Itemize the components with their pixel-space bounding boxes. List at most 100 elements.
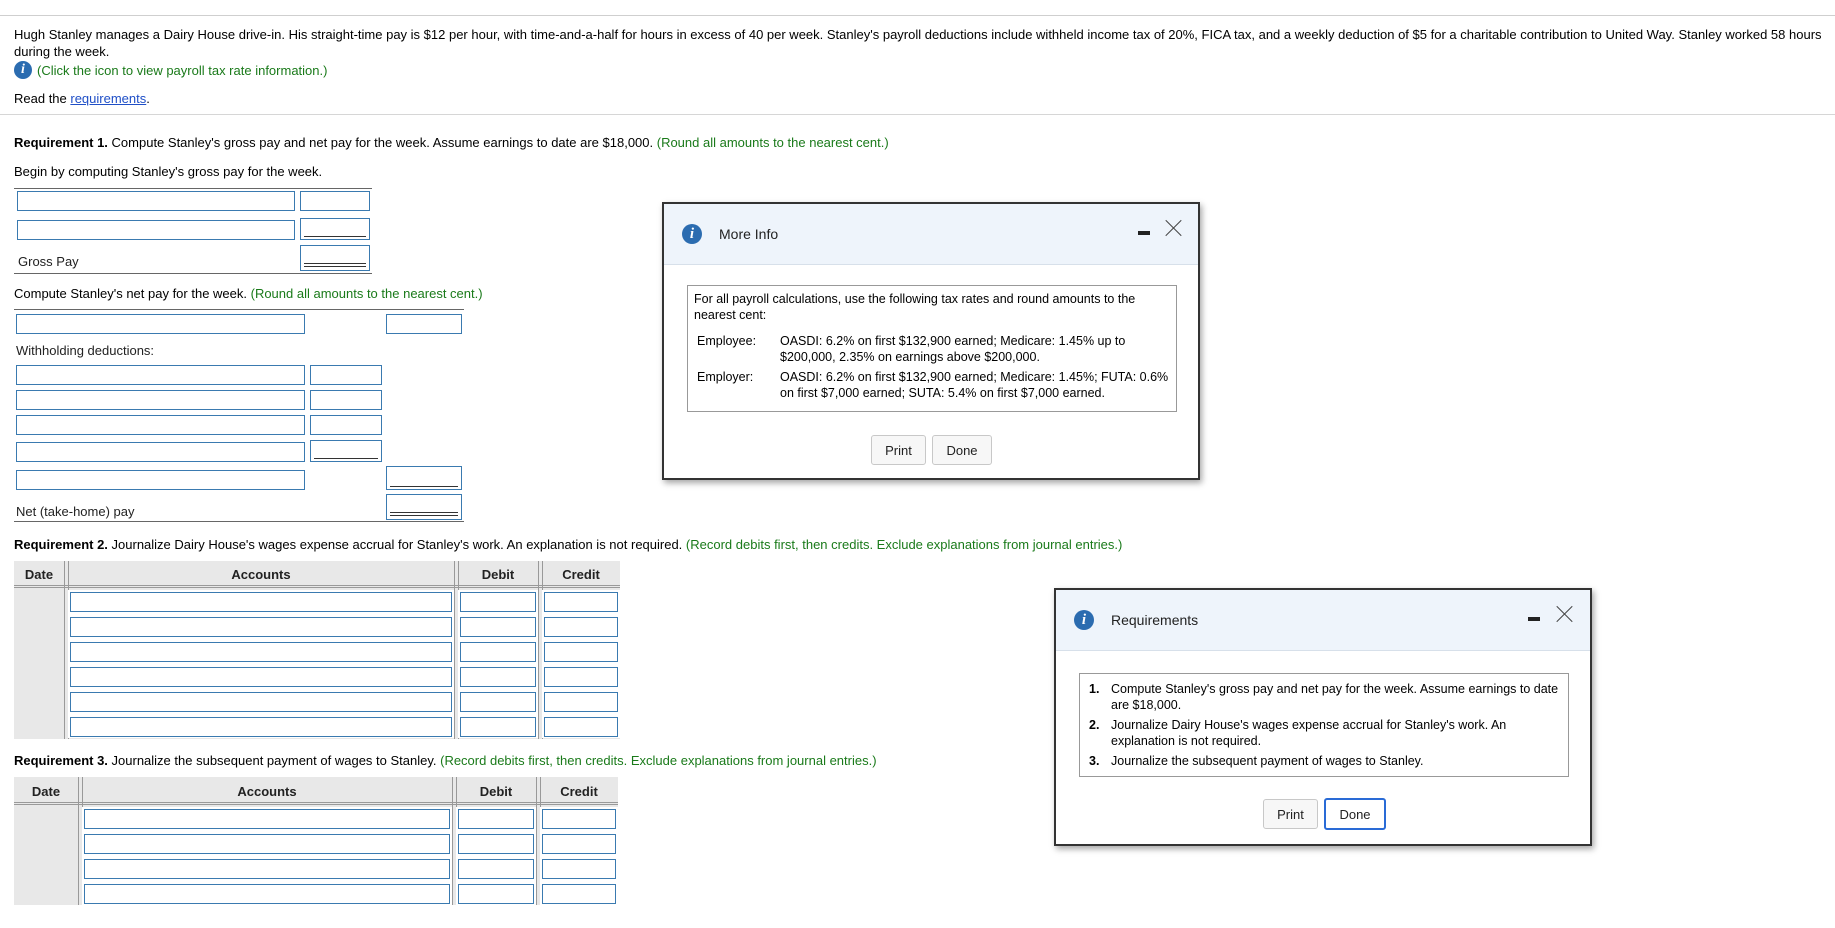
withholding-amount-input-4[interactable]	[310, 440, 382, 462]
journal3-credit-input-2[interactable]	[542, 834, 616, 854]
journal3-debit-input-3[interactable]	[458, 859, 534, 879]
req3-text: Journalize the subsequent payment of wag…	[107, 753, 441, 768]
journal3-credit-input-4[interactable]	[542, 884, 616, 904]
gross-label-input-2[interactable]	[17, 220, 295, 240]
req1-hint: (Round all amounts to the nearest cent.)	[656, 135, 889, 150]
gross-grid-top-rule	[14, 188, 372, 189]
net-pay-label: Net (take-home) pay	[16, 504, 135, 519]
withholding-label-input-2[interactable]	[16, 390, 305, 410]
info-icon: i	[1074, 610, 1094, 630]
close-icon[interactable]	[1556, 605, 1574, 623]
journal2-debit-input-3[interactable]	[460, 642, 536, 662]
journal3-debit-input-2[interactable]	[458, 834, 534, 854]
journal2-credit-input-5[interactable]	[544, 692, 618, 712]
journal3-account-input-3[interactable]	[84, 859, 450, 879]
journal3-debit-input-1[interactable]	[458, 809, 534, 829]
requirement-item: 1. Compute Stanley's gross pay and net p…	[1089, 681, 1559, 713]
journal3-credit-input-3[interactable]	[542, 859, 616, 879]
requirement-text: Journalize the subsequent payment of wag…	[1111, 754, 1424, 768]
journal3-credit-input-1[interactable]	[542, 809, 616, 829]
print-button[interactable]: Print	[1263, 799, 1318, 829]
more-info-intro: For all payroll calculations, use the fo…	[694, 292, 1136, 322]
journal3-debit-header: Debit	[479, 784, 513, 799]
withholding-amount-input-3[interactable]	[310, 415, 382, 435]
journal2-accounts-area	[68, 590, 454, 738]
read-requirements-line: Read the requirements.	[14, 91, 150, 106]
net-label-input-gross[interactable]	[16, 314, 305, 334]
gross-pay-instruction: Begin by computing Stanley's gross pay f…	[14, 164, 323, 179]
requirements-link[interactable]: requirements	[70, 91, 146, 106]
journal2-credit-input-2[interactable]	[544, 617, 618, 637]
withholding-amount-input-1[interactable]	[310, 365, 382, 385]
journal2-credit-header: Credit	[562, 567, 600, 582]
journal2-debit-input-6[interactable]	[460, 717, 536, 737]
journal2-account-input-3[interactable]	[70, 642, 452, 662]
journal2-debit-input-4[interactable]	[460, 667, 536, 687]
withholding-label-input-1[interactable]	[16, 365, 305, 385]
more-info-title: More Info	[719, 226, 779, 242]
more-info-dialog: i More Info For all payroll calculations…	[662, 202, 1200, 480]
journal3-accounts-header: Accounts	[237, 784, 297, 799]
journal2-credit-input-3[interactable]	[544, 642, 618, 662]
req2-text: Journalize Dairy House's wages expense a…	[107, 537, 686, 552]
journal2-credit-input-1[interactable]	[544, 592, 618, 612]
journal2-account-input-6[interactable]	[70, 717, 452, 737]
journal2-header-rule	[14, 585, 620, 588]
withholding-label-input-4[interactable]	[16, 442, 305, 462]
req2-hint: (Record debits first, then credits. Excl…	[685, 537, 1123, 552]
payroll-info-row[interactable]: i (Click the icon to view payroll tax ra…	[14, 60, 327, 80]
employer-rates: OASDI: 6.2% on first $132,900 earned; Me…	[780, 370, 1169, 400]
gross-label-input-1[interactable]	[17, 191, 295, 211]
journal2-accounts-header: Accounts	[231, 567, 291, 582]
requirements-dialog: i Requirements 1. Compute Stanley's gros…	[1054, 588, 1592, 846]
net-grid-bottom-rule	[14, 521, 464, 522]
payroll-info-link[interactable]: (Click the icon to view payroll tax rate…	[37, 63, 327, 78]
journal3-account-input-2[interactable]	[84, 834, 450, 854]
requirement-item: 2. Journalize Dairy House's wages expens…	[1089, 717, 1559, 749]
journal3-debit-input-4[interactable]	[458, 884, 534, 904]
journal3-account-input-4[interactable]	[84, 884, 450, 904]
journal2-credit-input-4[interactable]	[544, 667, 618, 687]
top-divider	[0, 15, 1835, 16]
journal2-account-input-4[interactable]	[70, 667, 452, 687]
req1-heading: Requirement 1. Compute Stanley's gross p…	[14, 135, 889, 150]
minimize-icon[interactable]	[1138, 231, 1150, 235]
journal2-debit-input-5[interactable]	[460, 692, 536, 712]
total-withholding-label-input[interactable]	[16, 470, 305, 490]
gross-pay-label: Gross Pay	[18, 254, 79, 269]
journal2-debit-area	[458, 590, 538, 738]
journal3-credit-header: Credit	[560, 784, 598, 799]
journal2-account-input-1[interactable]	[70, 592, 452, 612]
close-icon[interactable]	[1165, 219, 1183, 237]
net-amount-input-gross[interactable]	[386, 314, 462, 334]
total-withholding-amount-input[interactable]	[386, 466, 462, 490]
requirement-number: 3.	[1089, 754, 1100, 768]
journal2-debit-input-2[interactable]	[460, 617, 536, 637]
withholding-amount-input-2[interactable]	[310, 390, 382, 410]
requirement-number: 1.	[1089, 682, 1100, 696]
gross-amount-input-2[interactable]	[300, 218, 370, 240]
journal2-account-input-2[interactable]	[70, 617, 452, 637]
journal2-account-input-5[interactable]	[70, 692, 452, 712]
requirement-number: 2.	[1089, 718, 1100, 732]
req1-text: Compute Stanley's gross pay and net pay …	[107, 135, 657, 150]
withholding-label-input-3[interactable]	[16, 415, 305, 435]
net-pay-text: Compute Stanley's net pay for the week.	[14, 286, 251, 301]
journal2-credit-input-6[interactable]	[544, 717, 618, 737]
read-prefix: Read the	[14, 91, 71, 106]
info-icon: i	[682, 224, 702, 244]
journal2-date-header: Date	[24, 567, 54, 582]
net-pay-total-input[interactable]	[386, 494, 462, 520]
done-button[interactable]: Done	[932, 435, 992, 465]
journal2-credit-area	[542, 590, 620, 738]
minimize-icon[interactable]	[1528, 617, 1540, 621]
employer-label: Employer:	[697, 370, 754, 384]
journal2-debit-input-1[interactable]	[460, 592, 536, 612]
gross-amount-input-1[interactable]	[300, 191, 370, 211]
print-button[interactable]: Print	[871, 435, 926, 465]
done-button[interactable]: Done	[1324, 798, 1386, 830]
req3-hint: (Record debits first, then credits. Excl…	[440, 753, 877, 768]
journal3-account-input-1[interactable]	[84, 809, 450, 829]
info-icon[interactable]: i	[14, 61, 32, 79]
gross-pay-total-input[interactable]	[300, 245, 370, 271]
